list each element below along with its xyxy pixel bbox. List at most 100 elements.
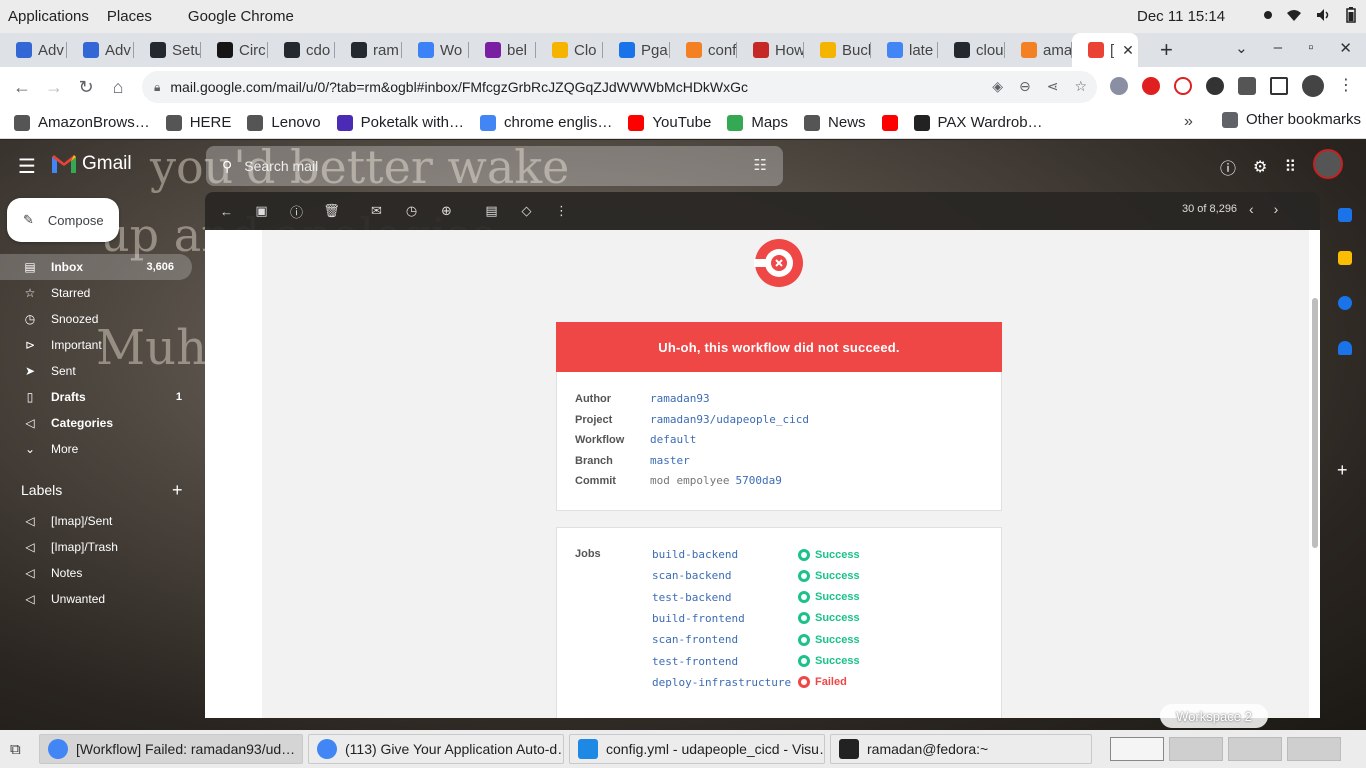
tab-search-icon[interactable]: ⌄ xyxy=(1235,39,1248,57)
browser-tab[interactable]: Adv xyxy=(0,33,67,67)
browser-tab[interactable]: ram xyxy=(335,33,402,67)
grammar-extension-icon[interactable] xyxy=(1206,77,1224,95)
taskbar-window[interactable]: config.yml - udapeople_cicd - Visu… xyxy=(569,734,825,764)
browser-tab[interactable]: clou xyxy=(938,33,1005,67)
report-spam-icon[interactable]: ⓘ xyxy=(279,202,314,221)
more-options-icon[interactable]: ⋮ xyxy=(544,203,579,219)
side-panel-icon[interactable] xyxy=(1270,77,1288,95)
bookmark-item[interactable]: YouTube xyxy=(620,114,719,131)
tasks-icon[interactable] xyxy=(1338,296,1352,310)
forward-icon[interactable]: → xyxy=(38,77,70,98)
meta-value-link[interactable]: ramadan93 xyxy=(650,392,710,405)
browser-tab[interactable]: conf xyxy=(670,33,737,67)
minimize-icon[interactable]: – xyxy=(1274,39,1282,57)
search-options-icon[interactable]: ☷ xyxy=(754,156,767,174)
extension-icon[interactable] xyxy=(1110,77,1128,95)
browser-tab[interactable]: Clo xyxy=(536,33,603,67)
address-bar[interactable]: 🔒︎ mail.google.com/mail/u/0/?tab=rm&ogbl… xyxy=(142,71,1097,103)
search-mail-input[interactable]: ⚲ Search mail ☷ xyxy=(206,146,783,186)
reload-icon[interactable]: ↻ xyxy=(70,77,102,98)
label-item[interactable]: ◁ Notes xyxy=(0,560,200,586)
sidebar-item-more[interactable]: ⌄ More xyxy=(0,436,200,462)
browser-tab[interactable]: Wo xyxy=(402,33,469,67)
meta-value-link[interactable]: master xyxy=(650,454,690,467)
url-text[interactable]: mail.google.com/mail/u/0/?tab=rm&ogbl#in… xyxy=(170,79,748,95)
meta-value-link[interactable]: default xyxy=(650,433,696,446)
browser-tab[interactable]: Setu xyxy=(134,33,201,67)
labels-icon[interactable]: ◇ xyxy=(509,203,544,219)
job-name-link[interactable]: test-backend xyxy=(652,591,798,604)
label-item[interactable]: ◁ [Imap]/Sent xyxy=(0,508,200,534)
system-tray[interactable] xyxy=(1264,7,1356,23)
settings-gear-icon[interactable]: ⚙ xyxy=(1253,157,1267,177)
close-tab-icon[interactable]: ✕ xyxy=(1122,42,1134,59)
job-name-link[interactable]: test-frontend xyxy=(652,655,798,668)
bookmark-item[interactable]: HERE xyxy=(158,114,240,131)
browser-tab[interactable]: ama xyxy=(1005,33,1072,67)
newer-chevron-icon[interactable]: ‹ xyxy=(1249,201,1254,217)
add-label-icon[interactable]: + xyxy=(172,480,183,501)
back-icon[interactable]: ← xyxy=(6,77,38,98)
sidebar-item-sent[interactable]: ➤ Sent xyxy=(0,358,200,384)
share-icon[interactable]: ⋖ xyxy=(1047,78,1059,95)
sidebar-item-drafts[interactable]: ▯ Drafts 1 xyxy=(0,384,200,410)
message-scrollbar[interactable] xyxy=(1309,230,1320,718)
workspace-switcher-2[interactable] xyxy=(1169,737,1223,761)
job-name-link[interactable]: scan-backend xyxy=(652,569,798,582)
profile-avatar[interactable] xyxy=(1302,75,1324,97)
help-icon[interactable]: ⓘ xyxy=(1220,155,1236,179)
snooze-icon[interactable]: ◷ xyxy=(394,203,429,219)
mark-unread-icon[interactable]: ✉ xyxy=(359,203,394,219)
browser-tab[interactable]: late xyxy=(871,33,938,67)
close-window-icon[interactable]: ✕ xyxy=(1339,39,1352,57)
account-avatar[interactable] xyxy=(1313,149,1344,179)
sidebar-item-snoozed[interactable]: ◷ Snoozed xyxy=(0,306,200,332)
bookmark-item[interactable]: Maps xyxy=(719,114,796,131)
bookmark-star-icon[interactable]: ☆ xyxy=(1074,78,1087,95)
calendar-icon[interactable] xyxy=(1338,208,1352,222)
workspace-switcher-1[interactable] xyxy=(1110,737,1164,761)
applications-menu[interactable]: Applications xyxy=(0,8,98,25)
browser-tab[interactable]: Circ xyxy=(201,33,268,67)
main-menu-icon[interactable]: ☰ xyxy=(18,154,36,179)
bookmark-item[interactable] xyxy=(874,114,906,131)
contacts-icon[interactable] xyxy=(1338,341,1352,355)
browser-tab[interactable]: cdo xyxy=(268,33,335,67)
bookmark-item[interactable]: Poketalk with… xyxy=(329,114,472,131)
maximize-icon[interactable]: ▫ xyxy=(1308,39,1313,57)
job-name-link[interactable]: deploy-infrastructure xyxy=(652,676,798,689)
lock-icon[interactable]: 🔒︎ xyxy=(154,80,160,95)
browser-tab[interactable]: [✕ xyxy=(1072,33,1138,67)
job-name-link[interactable]: build-frontend xyxy=(652,612,798,625)
more-bookmarks-chevron-icon[interactable]: » xyxy=(1184,113,1193,131)
older-chevron-icon[interactable]: › xyxy=(1274,201,1279,217)
sidebar-item-important[interactable]: ⊳ Important xyxy=(0,332,200,358)
scrollbar-thumb[interactable] xyxy=(1312,298,1318,548)
back-to-inbox-icon[interactable]: ← xyxy=(209,204,244,219)
bookmark-item[interactable]: Lenovo xyxy=(239,114,328,131)
browser-tab[interactable]: Pga xyxy=(603,33,670,67)
sidebar-item-inbox[interactable]: ▤ Inbox 3,606 xyxy=(0,254,192,280)
workspace-switcher-4[interactable] xyxy=(1287,737,1341,761)
delete-icon[interactable]: 🗑︎ xyxy=(314,203,349,219)
taskbar-window[interactable]: (113) Give Your Application Auto-d… xyxy=(308,734,564,764)
bookmark-item[interactable]: News xyxy=(796,114,874,131)
keep-icon[interactable] xyxy=(1338,251,1352,265)
puzzle-icon[interactable] xyxy=(1238,77,1256,95)
meta-value-link[interactable]: 5700da9 xyxy=(735,474,781,487)
active-app-name[interactable]: Google Chrome xyxy=(179,8,303,25)
meta-value-link[interactable]: ramadan93/udapeople_cicd xyxy=(650,413,809,426)
new-tab-icon[interactable]: + xyxy=(1160,37,1173,63)
add-to-tasks-icon[interactable]: ⊕ xyxy=(429,203,464,219)
bookmark-item[interactable]: PAX Wardrob… xyxy=(906,114,1051,131)
workspace-switcher-3[interactable] xyxy=(1228,737,1282,761)
other-bookmarks[interactable]: Other bookmarks xyxy=(1214,111,1366,128)
browser-tab[interactable]: bel xyxy=(469,33,536,67)
clock[interactable]: Dec 11 15:14 xyxy=(1137,8,1225,25)
move-to-icon[interactable]: ▤ xyxy=(474,203,509,219)
bookmark-item[interactable]: AmazonBrows… xyxy=(0,114,158,131)
adblock-icon[interactable] xyxy=(1142,77,1160,95)
label-item[interactable]: ◁ [Imap]/Trash xyxy=(0,534,200,560)
tp-extension-icon[interactable] xyxy=(1174,77,1192,95)
compose-button[interactable]: ✎ Compose xyxy=(7,198,119,242)
